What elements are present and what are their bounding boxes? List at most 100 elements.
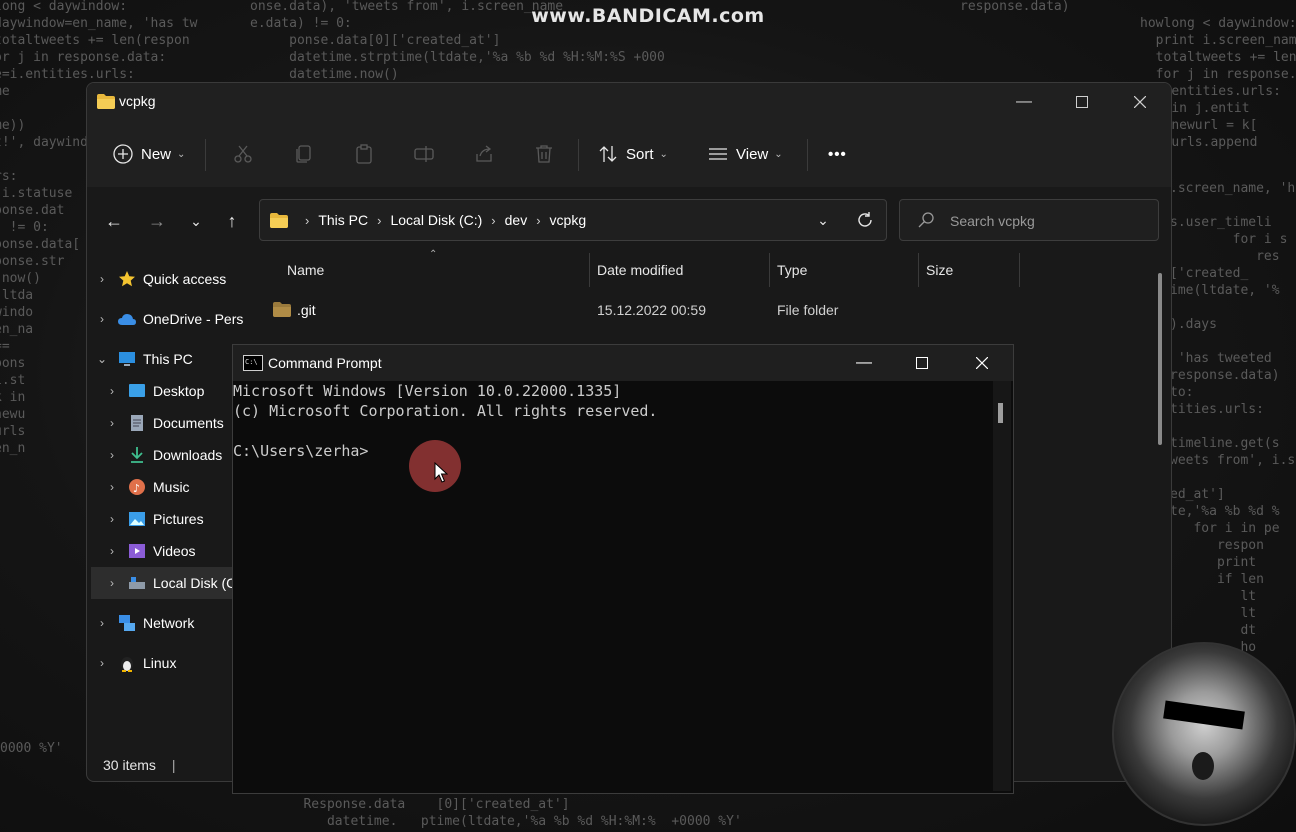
avatar-eye-band — [1163, 700, 1245, 730]
table-row[interactable]: .git 15.12.2022 00:59 File folder — [253, 293, 1073, 327]
sort-label: Sort — [626, 145, 654, 163]
chevron-right-icon: › — [110, 512, 114, 526]
console-output[interactable]: Microsoft Windows [Version 10.0.22000.13… — [233, 381, 993, 791]
status-bar: 30 items | — [103, 757, 175, 773]
view-label: View — [736, 145, 769, 163]
copy-button[interactable] — [294, 121, 314, 187]
navigation-bar: ← → ⌄ ↑ › This PC › Local Disk (C:) › de… — [87, 187, 1171, 253]
column-header-date-modified[interactable]: Date modified — [597, 253, 683, 287]
chevron-right-icon: › — [100, 656, 104, 670]
command-bar: New ⌄ Sort ⌄ View ⌄ ••• — [87, 121, 1171, 188]
close-icon — [976, 357, 988, 369]
sidebar-item-label: Quick access — [143, 271, 227, 287]
command-prompt-window[interactable]: C:\ Command Prompt — Microsoft Windows [… — [232, 344, 1014, 794]
chevron-down-icon: ⌄ — [96, 352, 108, 366]
chevron-right-icon: › — [100, 272, 104, 286]
chevron-down-icon: ⌄ — [817, 211, 829, 228]
share-icon — [476, 145, 492, 162]
minimize-icon: — — [856, 354, 872, 371]
search-input[interactable] — [948, 210, 1152, 232]
paste-icon — [356, 144, 372, 164]
rename-button[interactable] — [414, 121, 434, 187]
sort-button[interactable]: Sort ⌄ — [598, 121, 668, 187]
console-line: (c) Microsoft Corporation. All rights re… — [233, 402, 658, 420]
chevron-right-icon: › — [100, 616, 104, 630]
chevron-down-icon: ⌄ — [177, 148, 186, 160]
breadcrumb-this-pc[interactable]: This PC — [318, 212, 368, 228]
svg-text:♪: ♪ — [133, 482, 140, 495]
view-icon — [709, 148, 727, 160]
chevron-right-icon: › — [110, 416, 114, 430]
cloud-icon — [117, 310, 137, 328]
breadcrumb-vcpkg[interactable]: vcpkg — [550, 212, 587, 228]
recent-locations-button[interactable]: ⌄ — [184, 209, 208, 233]
cmd-scrollbar-track[interactable] — [993, 381, 1011, 791]
column-header-name[interactable]: Name — [287, 253, 324, 287]
column-divider — [769, 253, 770, 287]
arrow-left-icon: ← — [105, 210, 123, 231]
cut-button[interactable] — [233, 121, 253, 187]
back-button[interactable]: ← — [102, 209, 126, 233]
toolbar-divider — [807, 139, 808, 171]
chevron-right-icon: › — [536, 212, 541, 228]
folder-icon — [97, 94, 115, 109]
videos-icon — [127, 542, 147, 560]
mouse-pointer-icon — [434, 462, 448, 483]
toolbar-divider — [578, 139, 579, 171]
more-options-button[interactable]: ••• — [828, 121, 847, 187]
explorer-titlebar[interactable]: vcpkg — — [87, 83, 1171, 121]
sidebar-item-label: OneDrive - Pers — [143, 311, 244, 327]
share-button[interactable] — [474, 121, 494, 187]
column-header-type[interactable]: Type — [777, 253, 807, 287]
minimize-button[interactable]: — — [995, 83, 1053, 121]
breadcrumb: › This PC › Local Disk (C:) › dev › vcpk… — [270, 200, 586, 240]
up-button[interactable]: ↑ — [220, 209, 244, 233]
console-line: Microsoft Windows [Version 10.0.22000.13… — [233, 382, 622, 400]
address-bar[interactable]: › This PC › Local Disk (C:) › dev › vcpk… — [259, 199, 887, 241]
address-dropdown-button[interactable]: ⌄ — [811, 208, 835, 232]
view-button[interactable]: View ⌄ — [708, 121, 783, 187]
sort-ascending-icon: ⌃ — [429, 249, 438, 260]
folder-icon — [273, 302, 291, 317]
maximize-button[interactable] — [1053, 83, 1111, 121]
paste-button[interactable] — [354, 121, 374, 187]
search-box[interactable] — [899, 199, 1159, 241]
delete-button[interactable] — [534, 121, 554, 187]
item-count: 30 items — [103, 757, 156, 773]
column-header-size[interactable]: Size — [926, 253, 953, 287]
new-label: New — [141, 145, 172, 163]
breadcrumb-dev[interactable]: dev — [505, 212, 528, 228]
column-divider — [1019, 253, 1020, 287]
cmd-minimize-button[interactable]: — — [835, 345, 893, 381]
breadcrumb-local-disk[interactable]: Local Disk (C:) — [390, 212, 482, 228]
close-icon — [1134, 96, 1146, 108]
new-button[interactable]: New ⌄ — [113, 121, 185, 187]
sort-icon — [599, 146, 617, 162]
column-divider — [918, 253, 919, 287]
cmd-close-button[interactable] — [953, 345, 1011, 381]
chevron-down-icon: ⌄ — [659, 148, 668, 160]
cmd-maximize-button[interactable] — [893, 345, 951, 381]
file-list-scrollbar[interactable] — [1158, 273, 1162, 445]
navigation-pane: › Quick access › OneDrive - Pers ⌄ This … — [87, 253, 291, 763]
sidebar-item-label: Desktop — [153, 383, 205, 399]
arrow-right-icon: → — [148, 210, 166, 231]
chevron-right-icon: › — [110, 448, 114, 462]
file-name: .git — [297, 302, 316, 318]
search-icon — [918, 212, 934, 228]
drive-icon — [127, 574, 147, 592]
cmd-scrollbar-thumb[interactable] — [998, 403, 1003, 423]
close-button[interactable] — [1111, 83, 1169, 121]
documents-icon — [127, 414, 147, 432]
download-icon — [127, 446, 147, 464]
maximize-icon — [916, 357, 928, 369]
refresh-button[interactable] — [853, 208, 877, 232]
forward-button[interactable]: → — [145, 209, 169, 233]
window-title: vcpkg — [119, 93, 156, 109]
chevron-down-icon: ⌄ — [774, 148, 783, 160]
cmd-titlebar[interactable]: C:\ Command Prompt — — [233, 345, 1013, 381]
star-icon — [117, 270, 137, 288]
sidebar-item-label: Local Disk (C — [153, 575, 237, 591]
sidebar-item-label: Linux — [143, 655, 177, 671]
